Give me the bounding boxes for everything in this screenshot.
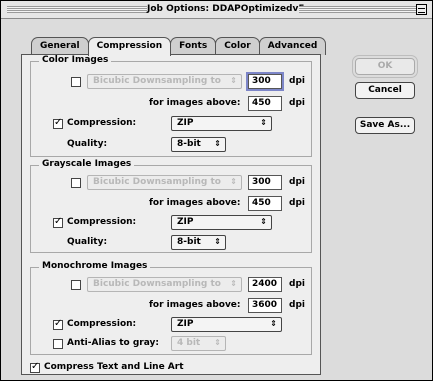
- up-down-arrows-icon: ⇕: [214, 237, 221, 246]
- grayscale-images-group: Grayscale Images Bicubic Downsampling to…: [30, 159, 312, 253]
- color-compression-select[interactable]: ZIP ⇕: [171, 116, 272, 131]
- grayscale-compression-select[interactable]: ZIP ⇕: [171, 215, 272, 230]
- compress-text-checkbox[interactable]: [30, 361, 40, 373]
- tab-fonts[interactable]: Fonts: [170, 37, 217, 55]
- monochrome-above-resolution-input[interactable]: 3600: [248, 298, 282, 313]
- grayscale-compression-value: ZIP: [177, 217, 194, 227]
- up-down-arrows-icon: ⇕: [260, 118, 267, 127]
- anti-alias-label: Anti-Alias to gray:: [67, 338, 159, 348]
- grayscale-downsample-resolution-input[interactable]: 300: [248, 175, 282, 190]
- zoom-box-icon[interactable]: [416, 4, 427, 15]
- monochrome-compression-value: ZIP: [177, 319, 194, 329]
- color-compression-checkbox[interactable]: [53, 117, 63, 129]
- title-bar-stripes-left: [7, 6, 147, 13]
- monochrome-images-group: Monochrome Images Bicubic Downsampling t…: [30, 261, 312, 355]
- compress-text-label: Compress Text and Line Art: [44, 362, 184, 372]
- compression-panel: Color Images Bicubic Downsampling to ⇕ 3…: [21, 54, 321, 375]
- up-down-arrows-icon: ⇕: [260, 217, 267, 226]
- grayscale-resolution-unit: dpi: [289, 177, 305, 187]
- up-down-arrows-icon: ⇕: [214, 139, 221, 148]
- monochrome-downsample-method-value: Bicubic Downsampling to: [93, 279, 221, 289]
- tab-bar: General Compression Fonts Color Advanced: [31, 37, 327, 56]
- color-above-resolution-input[interactable]: 450: [248, 96, 282, 111]
- grayscale-above-label: for images above:: [149, 198, 241, 208]
- color-quality-label: Quality:: [67, 139, 108, 149]
- grayscale-quality-label: Quality:: [67, 237, 108, 247]
- grayscale-downsample-method-value: Bicubic Downsampling to: [93, 177, 221, 187]
- monochrome-compression-checkbox[interactable]: [53, 318, 63, 330]
- anti-alias-checkbox[interactable]: [53, 339, 63, 349]
- monochrome-images-label: Monochrome Images: [39, 261, 151, 271]
- anti-alias-select[interactable]: 4 bit ⇕: [171, 336, 226, 351]
- window-title: Job Options: DDAPOptimizedv5: [147, 4, 305, 14]
- color-downsample-method-value: Bicubic Downsampling to: [93, 76, 221, 86]
- title-bar-stripes-right: [299, 6, 417, 13]
- tab-advanced[interactable]: Advanced: [258, 37, 327, 55]
- grayscale-quality-value: 8-bit: [177, 237, 201, 247]
- up-down-arrows-icon: ⇕: [214, 338, 221, 347]
- tab-general[interactable]: General: [31, 37, 89, 55]
- color-images-group: Color Images Bicubic Downsampling to ⇕ 3…: [30, 55, 312, 157]
- color-downsample-checkbox[interactable]: [71, 77, 81, 87]
- title-bar[interactable]: Job Options: DDAPOptimizedv5: [1, 1, 432, 19]
- color-resolution-unit: dpi: [289, 76, 305, 86]
- save-as-button[interactable]: Save As...: [355, 117, 415, 134]
- grayscale-downsample-checkbox[interactable]: [71, 178, 81, 188]
- grayscale-above-resolution-input[interactable]: 450: [248, 196, 282, 211]
- color-quality-value: 8-bit: [177, 139, 201, 149]
- grayscale-images-label: Grayscale Images: [39, 159, 135, 169]
- up-down-arrows-icon: ⇕: [230, 76, 237, 85]
- up-down-arrows-icon: ⇕: [230, 177, 237, 186]
- monochrome-above-unit: dpi: [289, 300, 305, 310]
- grayscale-quality-select[interactable]: 8-bit ⇕: [171, 235, 226, 250]
- monochrome-downsample-resolution-input[interactable]: 2400: [248, 277, 282, 292]
- color-above-label: for images above:: [149, 98, 241, 108]
- grayscale-above-unit: dpi: [289, 198, 305, 208]
- monochrome-above-label: for images above:: [149, 300, 241, 310]
- monochrome-downsample-checkbox[interactable]: [71, 280, 81, 290]
- color-compression-value: ZIP: [177, 118, 194, 128]
- up-down-arrows-icon: ⇕: [270, 319, 277, 328]
- up-down-arrows-icon: ⇕: [230, 279, 237, 288]
- monochrome-compression-label: Compression:: [67, 319, 137, 329]
- grayscale-compression-checkbox[interactable]: [53, 216, 63, 228]
- color-images-label: Color Images: [39, 55, 112, 65]
- grayscale-downsample-method-select[interactable]: Bicubic Downsampling to ⇕: [87, 175, 242, 190]
- color-downsample-resolution-input[interactable]: 300: [246, 72, 284, 91]
- tab-color[interactable]: Color: [215, 37, 260, 55]
- tab-compression[interactable]: Compression: [87, 37, 172, 56]
- ok-button[interactable]: OK: [352, 55, 418, 78]
- grayscale-compression-label: Compression:: [67, 217, 137, 227]
- cancel-button[interactable]: Cancel: [355, 82, 415, 99]
- job-options-window: Job Options: DDAPOptimizedv5 General Com…: [0, 0, 433, 381]
- anti-alias-value: 4 bit: [177, 338, 201, 348]
- monochrome-resolution-unit: dpi: [289, 279, 305, 289]
- color-downsample-method-select[interactable]: Bicubic Downsampling to ⇕: [87, 74, 242, 89]
- color-quality-select[interactable]: 8-bit ⇕: [171, 137, 226, 152]
- monochrome-downsample-method-select[interactable]: Bicubic Downsampling to ⇕: [87, 277, 242, 292]
- monochrome-compression-select[interactable]: ZIP ⇕: [171, 317, 282, 332]
- color-above-unit: dpi: [289, 98, 305, 108]
- color-compression-label: Compression:: [67, 118, 137, 128]
